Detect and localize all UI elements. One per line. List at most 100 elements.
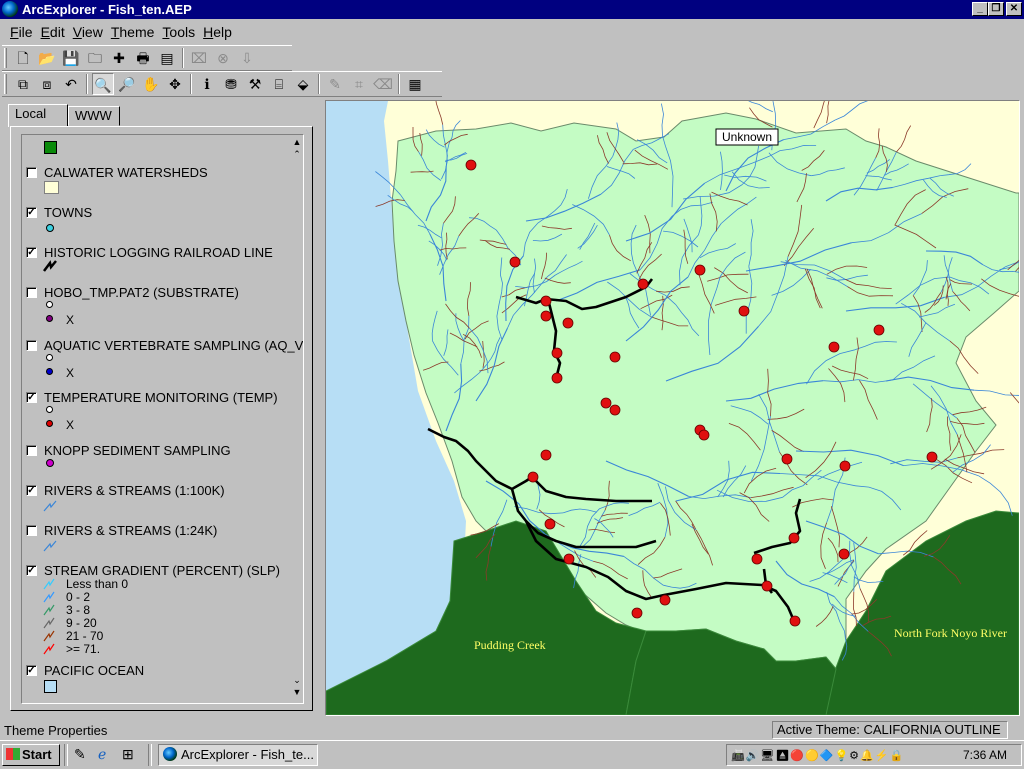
close-button[interactable]: ✕ (1006, 2, 1022, 16)
tray-app-icon[interactable]: 💡 (834, 750, 849, 762)
legend-layer-item[interactable]: AQUATIC VERTEBRATE SAMPLING (AQ_V (26, 338, 286, 355)
layer-visibility-checkbox[interactable] (26, 445, 37, 456)
tray-app-icon[interactable]: ⚡ (875, 750, 890, 762)
zoom-in-button[interactable]: 🔍 (92, 73, 114, 95)
open-database-button[interactable]: 🗀 (84, 47, 106, 69)
scroll-down-icon[interactable]: ▼ (292, 687, 302, 697)
print-button[interactable]: 🖶 (132, 47, 154, 69)
tray-app-icon[interactable]: 🔴 (790, 750, 805, 762)
start-button[interactable]: Start (2, 744, 60, 766)
add-layer-button[interactable]: ⧉ (12, 73, 34, 95)
layer-visibility-checkbox[interactable]: ✓ (26, 392, 37, 403)
tray-app-icon[interactable]: 🔒 (889, 750, 904, 762)
scroll-page-up-icon[interactable]: ⌃ (292, 149, 302, 160)
add-theme-button[interactable]: ✚ (108, 47, 130, 69)
menu-view[interactable]: View (69, 21, 107, 43)
menu-theme[interactable]: Theme (107, 21, 159, 43)
layer-visibility-checkbox[interactable]: ✓ (26, 565, 37, 576)
layer-name[interactable]: TOWNS (44, 205, 92, 220)
menu-help[interactable]: Help (199, 21, 236, 43)
tray-app-icon[interactable]: 🖥 (760, 750, 775, 762)
tab-local[interactable]: Local (8, 104, 68, 127)
tool-disabled-5[interactable]: ⌗ (348, 73, 370, 95)
pan-button[interactable]: ✋ (140, 73, 162, 95)
layer-visibility-checkbox[interactable] (26, 287, 37, 298)
layer-name[interactable]: RIVERS & STREAMS (1:100K) (44, 483, 225, 498)
layer-name[interactable]: AQUATIC VERTEBRATE SAMPLING (AQ_V (44, 338, 303, 353)
layer-visibility-checkbox[interactable]: ✓ (26, 247, 37, 258)
spatial-select-button[interactable]: ⬙ (292, 73, 314, 95)
scroll-up-icon[interactable]: ▲ (292, 137, 302, 147)
scroll-page-down-icon[interactable]: ⌄ (292, 675, 302, 686)
tray-app-icon[interactable]: ⚙ (849, 750, 860, 762)
move-button[interactable]: ✥ (164, 73, 186, 95)
menu-edit[interactable]: Edit (37, 21, 69, 43)
layer-visibility-checkbox[interactable]: ✓ (26, 665, 37, 676)
new-project-button[interactable]: 🗋 (12, 47, 34, 69)
layer-name[interactable]: HOBO_TMP.PAT2 (SUBSTRATE) (44, 285, 239, 300)
toolbar-grip[interactable] (4, 74, 7, 94)
tab-www[interactable]: WWW (68, 106, 120, 126)
tool-disabled-6[interactable]: ⌫ (372, 73, 394, 95)
taskbar-arcexplorer-button[interactable]: ArcExplorer - Fish_te... (158, 744, 318, 766)
legend-layer-item[interactable]: ✓ STREAM GRADIENT (PERCENT) (SLP) (26, 563, 286, 580)
properties-button[interactable]: ▦ (404, 73, 426, 95)
tool-disabled-1[interactable]: ⌧ (188, 47, 210, 69)
layer-name[interactable]: RIVERS & STREAMS (1:24K) (44, 523, 217, 538)
legend-layer-item[interactable]: ✓ HISTORIC LOGGING RAILROAD LINE (26, 245, 286, 262)
tray-app-icon[interactable]: ⏏ (775, 750, 790, 762)
tray-app-icon[interactable]: 🔷 (820, 750, 835, 762)
tool-disabled-4[interactable]: ✎ (324, 73, 346, 95)
identify-button[interactable]: ℹ (196, 73, 218, 95)
menu-tools[interactable]: Tools (158, 21, 199, 43)
tool-disabled-3[interactable]: ⇩ (236, 47, 258, 69)
tray-icons[interactable]: 📠🔊🖥⏏🔴🟡🔷💡⚙🔔⚡🔒 (731, 748, 904, 762)
tray-app-icon[interactable]: 🔔 (860, 750, 875, 762)
open-project-button[interactable]: 📂 (36, 47, 58, 69)
legend-layer-item[interactable]: KNOPP SEDIMENT SAMPLING (26, 443, 286, 460)
minimize-button[interactable]: _ (972, 2, 988, 16)
quicklaunch-ie-icon[interactable]: ℯ (98, 746, 106, 763)
arcexplorer-globe-icon[interactable] (2, 1, 18, 17)
legend-layer-item[interactable]: ✓ TOWNS (26, 205, 286, 222)
map-view[interactable]: Unknown Pudding Creek North Fork Noyo Ri… (326, 101, 1019, 715)
zoom-out-button[interactable]: 🔎 (116, 73, 138, 95)
layer-name[interactable]: TEMPERATURE MONITORING (TEMP) (44, 390, 278, 405)
save-project-button[interactable]: 💾 (60, 47, 82, 69)
layer-visibility-checkbox[interactable]: ✓ (26, 485, 37, 496)
remove-layer-button[interactable]: ⧈ (36, 73, 58, 95)
layer-name[interactable]: HISTORIC LOGGING RAILROAD LINE (44, 245, 273, 260)
quicklaunch-channels-icon[interactable]: ⊞ (122, 746, 134, 763)
layer-name[interactable]: KNOPP SEDIMENT SAMPLING (44, 443, 231, 458)
clock[interactable]: 7:36 AM (963, 748, 1007, 762)
legend-layer-item[interactable]: RIVERS & STREAMS (1:24K) (26, 523, 286, 540)
legend-layer-item[interactable]: ✓ TEMPERATURE MONITORING (TEMP) (26, 390, 286, 407)
quicklaunch-desktop-icon[interactable]: ✎ (74, 746, 86, 763)
tray-app-icon[interactable]: 🟡 (805, 750, 820, 762)
layer-name[interactable]: PACIFIC OCEAN (44, 663, 144, 678)
layer-visibility-checkbox[interactable] (26, 340, 37, 351)
legend-layer-item[interactable]: CALWATER WATERSHEDS (26, 165, 286, 182)
legend-list[interactable]: ▲ ⌃ ⌄ ▼ CALWATER WATERSHEDS ✓ TOWNS ✓ HISTOR… (21, 134, 304, 704)
toggle-legend-button[interactable]: ▤ (156, 47, 178, 69)
toolbar-grip[interactable] (4, 48, 7, 68)
restore-button[interactable]: ❐ (988, 2, 1004, 16)
menu-file[interactable]: File (6, 21, 37, 43)
tray-app-icon[interactable]: 🔊 (746, 750, 761, 762)
legend-layer-item[interactable]: ✓ PACIFIC OCEAN (26, 663, 286, 680)
layer-visibility-checkbox[interactable] (26, 525, 37, 536)
tray-app-icon[interactable]: 📠 (731, 750, 746, 762)
undo-extent-button[interactable]: ↶ (60, 73, 82, 95)
layer-visibility-checkbox[interactable] (26, 167, 37, 178)
find-button[interactable]: ⛃ (220, 73, 242, 95)
legend-layer-item[interactable]: ✓ RIVERS & STREAMS (1:100K) (26, 483, 286, 500)
layer-name[interactable]: CALWATER WATERSHEDS (44, 165, 208, 180)
layer-name[interactable]: STREAM GRADIENT (PERCENT) (SLP) (44, 563, 280, 578)
measure-button[interactable]: ⚒ (244, 73, 266, 95)
legend-layer-item[interactable]: HOBO_TMP.PAT2 (SUBSTRATE) (26, 285, 286, 302)
tool-disabled-2[interactable]: ⊗ (212, 47, 234, 69)
map-canvas[interactable]: Unknown Pudding Creek North Fork Noyo Ri… (325, 100, 1020, 716)
temperature-site-marker (552, 373, 562, 383)
layer-visibility-checkbox[interactable]: ✓ (26, 207, 37, 218)
query-button[interactable]: ⌸ (268, 73, 290, 95)
